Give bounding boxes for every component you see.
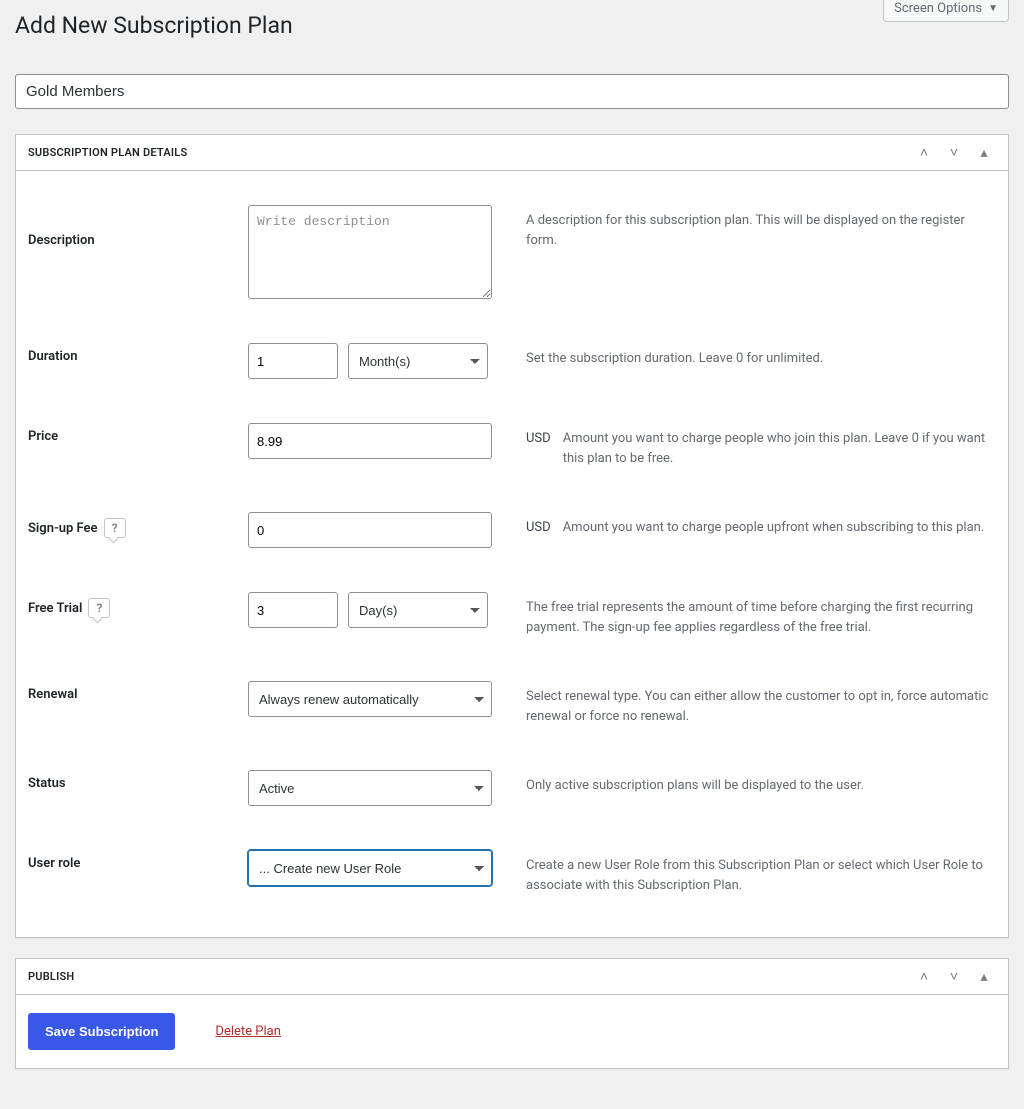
page-title: Add New Subscription Plan — [15, 0, 293, 54]
help-icon[interactable]: ? — [88, 598, 110, 618]
signup-fee-input[interactable] — [248, 512, 492, 548]
move-down-icon[interactable]: ˅ — [942, 141, 966, 165]
save-subscription-button[interactable]: Save Subscription — [28, 1013, 175, 1050]
move-up-icon[interactable]: ˄ — [912, 965, 936, 989]
price-help: Amount you want to charge people who joi… — [563, 429, 996, 468]
status-help: Only active subscription plans will be d… — [526, 776, 864, 796]
delete-plan-link[interactable]: Delete Plan — [215, 1024, 280, 1039]
user-role-help: Create a new User Role from this Subscri… — [526, 856, 996, 895]
free-trial-unit-select[interactable]: Day(s) — [348, 592, 488, 628]
publish-title: PUBLISH — [28, 970, 74, 983]
caret-down-icon: ▼ — [988, 3, 998, 14]
duration-unit-select[interactable]: Month(s) — [348, 343, 488, 379]
duration-label: Duration — [28, 343, 248, 364]
move-down-icon[interactable]: ˅ — [942, 965, 966, 989]
screen-options-label: Screen Options — [894, 1, 982, 16]
renewal-label: Renewal — [28, 681, 248, 702]
user-role-select[interactable]: ... Create new User Role — [248, 850, 492, 886]
price-input[interactable] — [248, 423, 492, 459]
signup-fee-label: Sign-up Fee — [28, 521, 98, 536]
collapse-icon[interactable]: ▴ — [972, 141, 996, 165]
user-role-label: User role — [28, 850, 248, 871]
renewal-help: Select renewal type. You can either allo… — [526, 687, 996, 726]
duration-help: Set the subscription duration. Leave 0 f… — [526, 349, 823, 369]
status-label: Status — [28, 770, 248, 791]
description-label: Description — [28, 205, 248, 248]
plan-title-input[interactable] — [15, 74, 1009, 109]
status-select[interactable]: Active — [248, 770, 492, 806]
publish-header: PUBLISH ˄ ˅ ▴ — [16, 959, 1008, 995]
free-trial-help: The free trial represents the amount of … — [526, 598, 996, 637]
screen-options-toggle[interactable]: Screen Options ▼ — [883, 0, 1009, 22]
free-trial-label: Free Trial — [28, 601, 82, 616]
details-metabox: SUBSCRIPTION PLAN DETAILS ˄ ˅ ▴ Descript… — [15, 134, 1009, 938]
details-header: SUBSCRIPTION PLAN DETAILS ˄ ˅ ▴ — [16, 135, 1008, 171]
move-up-icon[interactable]: ˄ — [912, 141, 936, 165]
collapse-icon[interactable]: ▴ — [972, 965, 996, 989]
renewal-select[interactable]: Always renew automatically — [248, 681, 492, 717]
help-icon[interactable]: ? — [104, 518, 126, 538]
details-title: SUBSCRIPTION PLAN DETAILS — [28, 146, 187, 159]
description-textarea[interactable] — [248, 205, 492, 299]
signup-fee-help: Amount you want to charge people upfront… — [563, 518, 985, 538]
duration-input[interactable] — [248, 343, 338, 379]
signup-fee-currency: USD — [526, 518, 551, 538]
price-label: Price — [28, 423, 248, 444]
publish-metabox: PUBLISH ˄ ˅ ▴ Save Subscription Delete P… — [15, 958, 1009, 1069]
price-currency: USD — [526, 429, 551, 468]
description-help: A description for this subscription plan… — [526, 211, 996, 250]
free-trial-input[interactable] — [248, 592, 338, 628]
